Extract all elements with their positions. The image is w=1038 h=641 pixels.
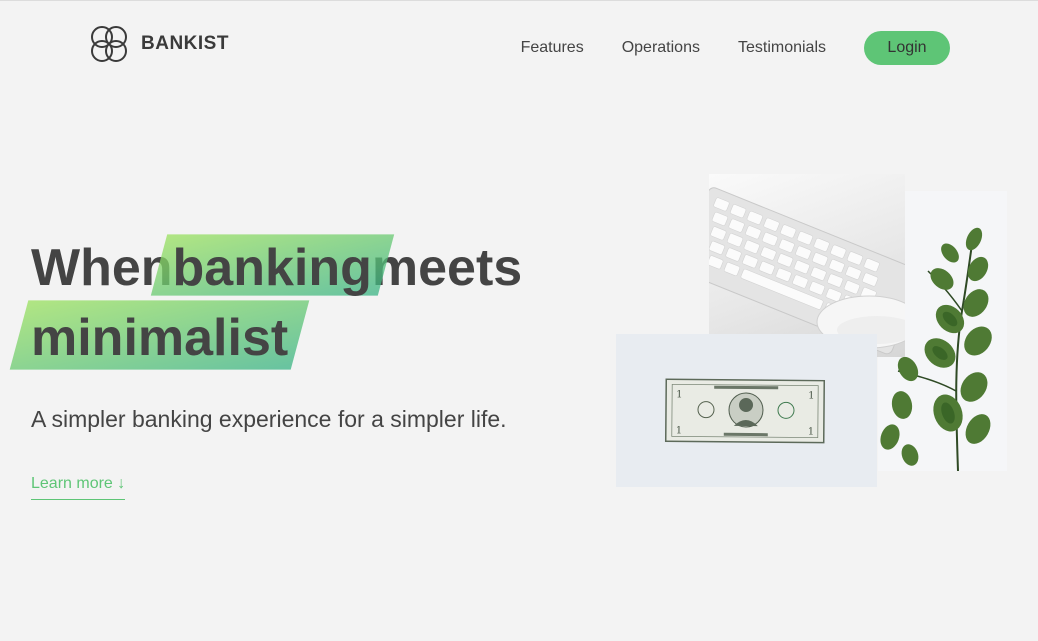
brand-logo[interactable]: BANKIST <box>86 21 229 67</box>
hero-headline: Whenbankingmeets minimalist <box>31 233 522 373</box>
nav-link-operations[interactable]: Operations <box>622 39 700 57</box>
svg-text:1: 1 <box>676 389 682 400</box>
top-navigation: BANKIST Features Operations Testimonials… <box>0 1 1038 91</box>
headline-highlight-banking: banking <box>173 233 372 303</box>
keyboard-illustration <box>709 187 905 355</box>
brand-name: BANKIST <box>141 33 229 54</box>
headline-word-meets: meets <box>371 239 523 297</box>
svg-text:1: 1 <box>808 427 814 438</box>
svg-text:1: 1 <box>808 391 814 402</box>
hero-image: 1 1 1 1 <box>616 174 1008 489</box>
four-circles-icon <box>91 26 127 62</box>
headline-highlight-minimalist: minimalist <box>31 303 288 373</box>
hero-subtitle: A simpler banking experience for a simpl… <box>31 406 507 432</box>
headline-line-2: minimalist <box>31 303 522 373</box>
svg-text:1: 1 <box>676 425 682 436</box>
learn-more-link[interactable]: Learn more ↓ <box>31 475 126 500</box>
nav-links: Features Operations Testimonials Login <box>521 31 950 65</box>
dollar-photo: 1 1 1 1 <box>616 334 877 487</box>
keyboard-photo <box>709 174 905 357</box>
page: BANKIST Features Operations Testimonials… <box>0 0 1038 641</box>
nav-link-testimonials[interactable]: Testimonials <box>738 39 826 57</box>
headline-line-1: Whenbankingmeets <box>31 233 522 303</box>
nav-link-features[interactable]: Features <box>521 39 584 57</box>
headline-word-when: When <box>31 239 173 297</box>
dollar-bill-illustration: 1 1 1 1 <box>664 378 826 444</box>
login-button[interactable]: Login <box>864 31 950 65</box>
